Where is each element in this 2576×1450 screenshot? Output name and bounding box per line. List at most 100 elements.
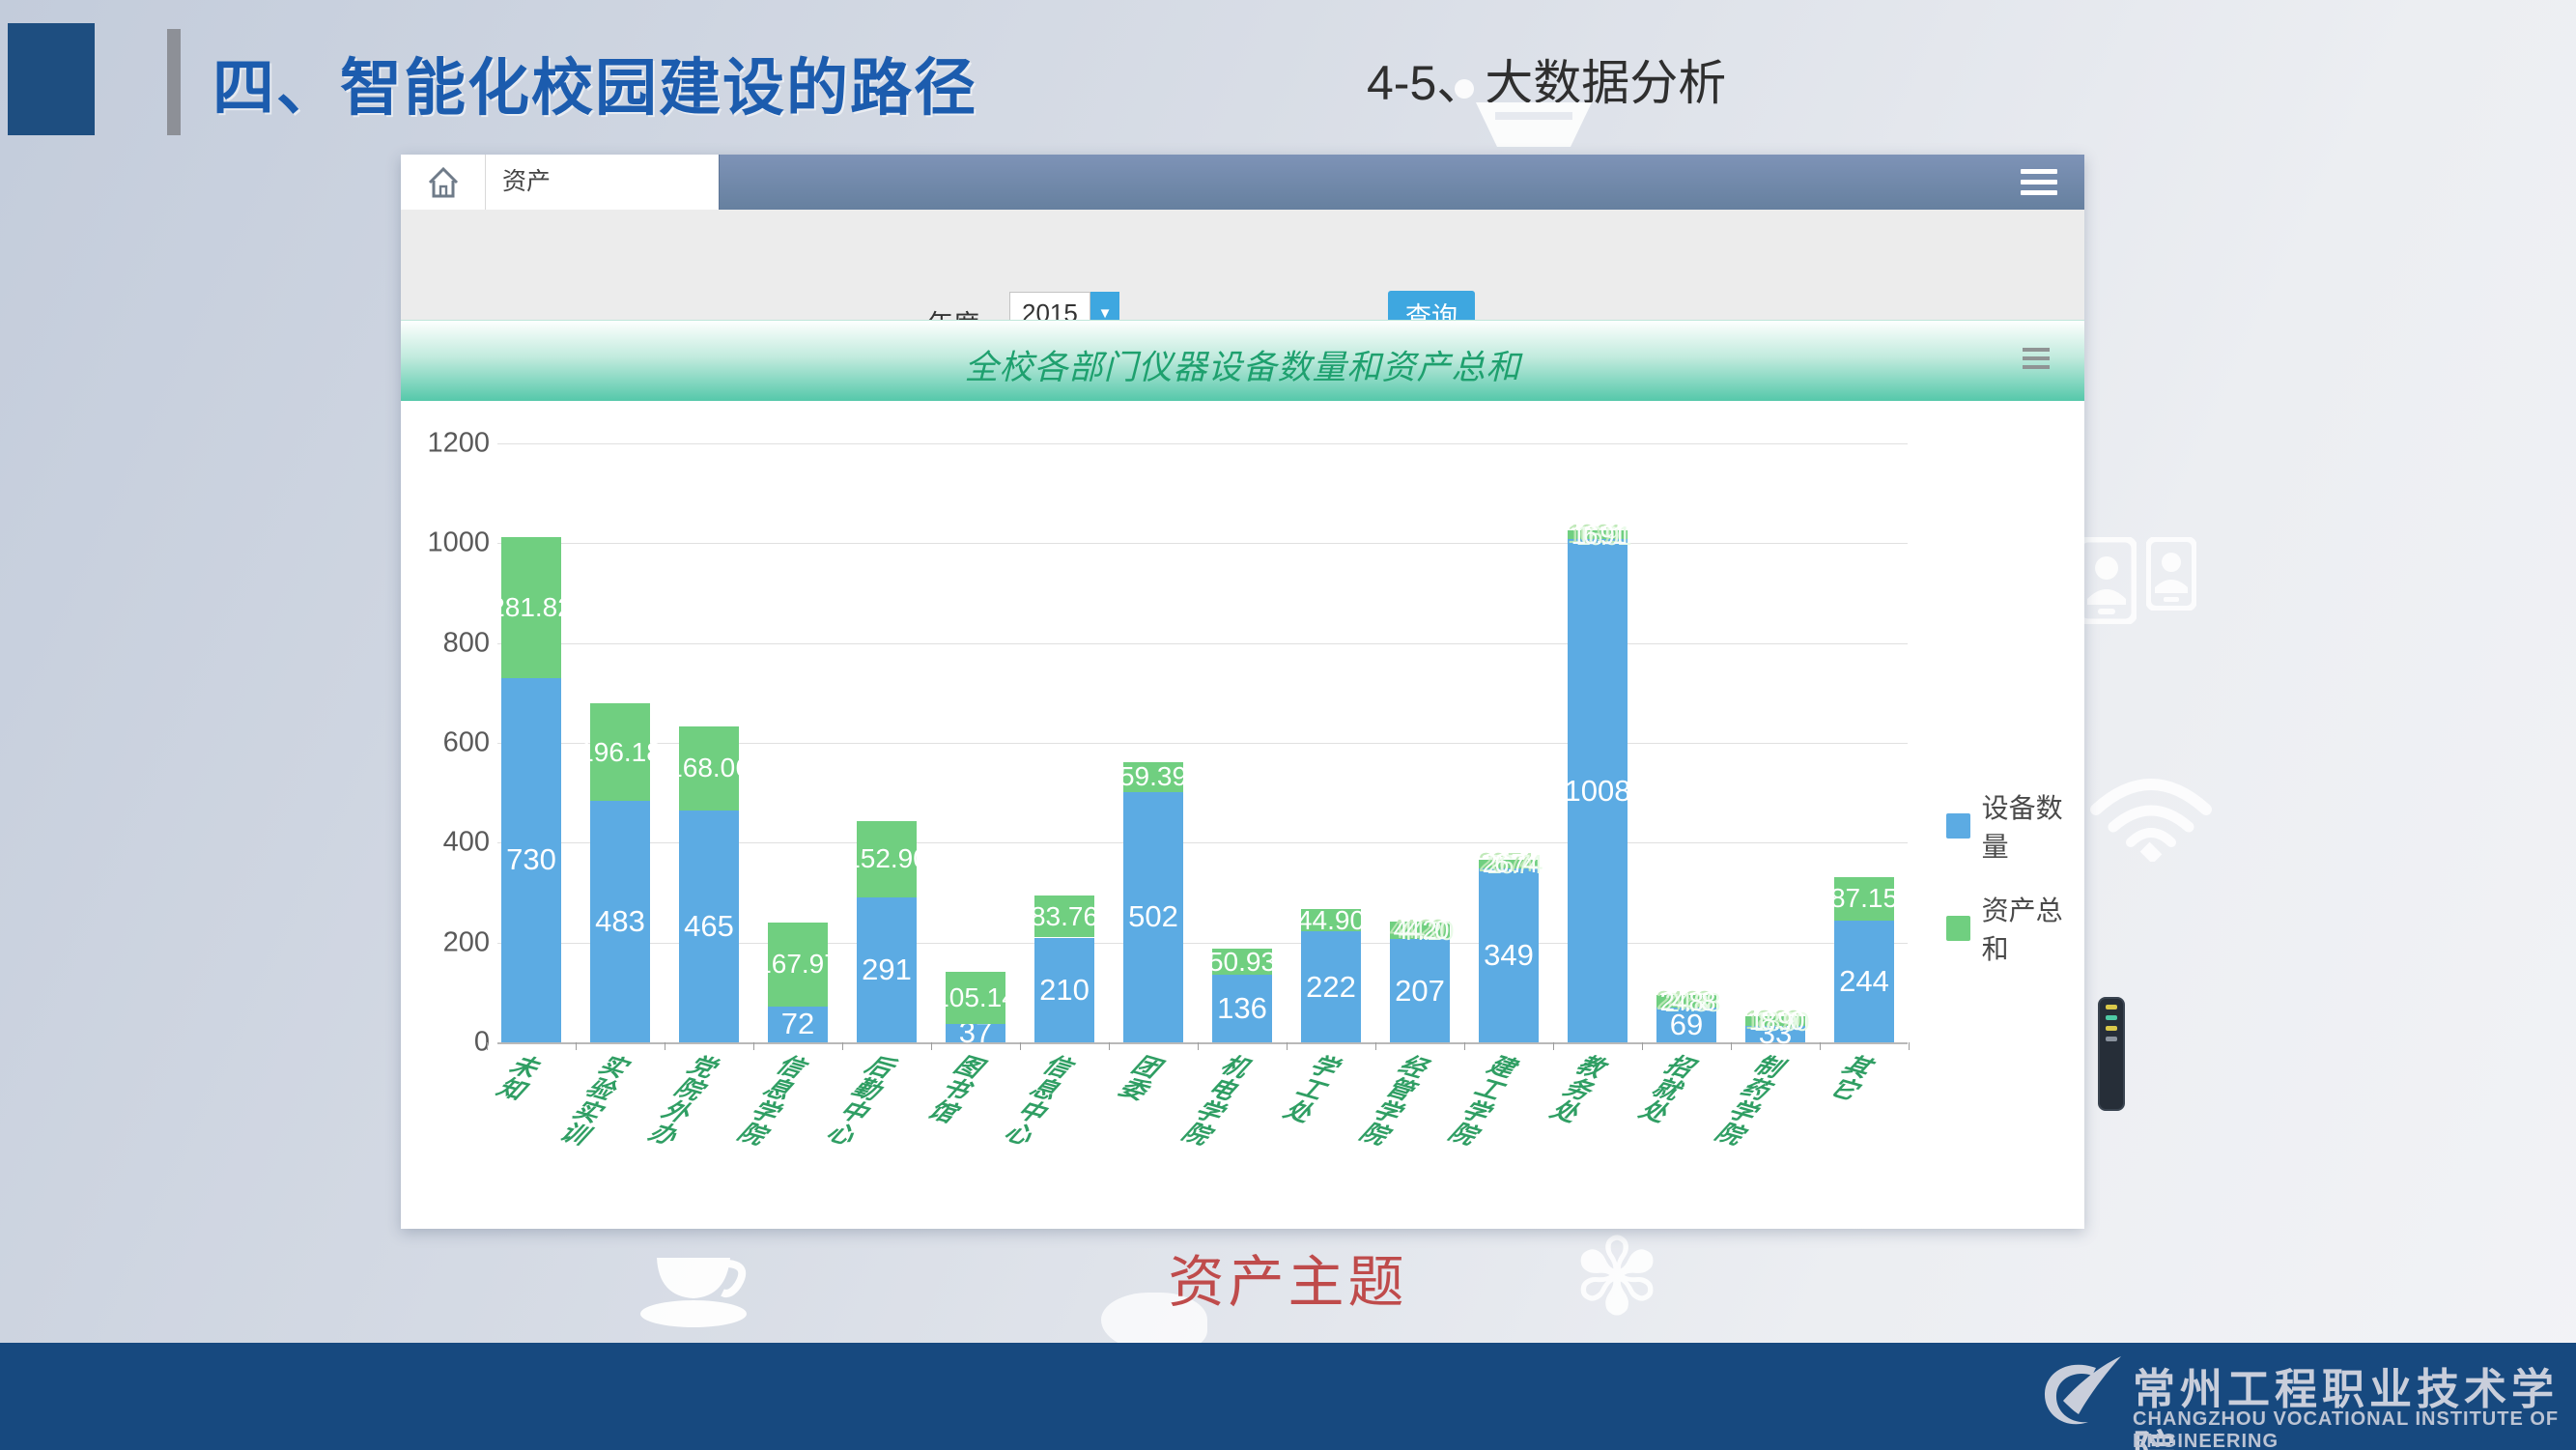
gridline [497, 1042, 1908, 1044]
y-axis-tick-label: 800 [418, 627, 490, 659]
bar-segment-device: 136 [1212, 975, 1272, 1042]
x-axis-category-label: 机电学院 [1175, 1052, 1255, 1150]
legend-label: 资产总和 [1982, 890, 2084, 967]
asset-sum-label: 83.76 [1031, 901, 1098, 932]
wifi-watermark-icon [2088, 773, 2214, 862]
x-axis-category-label: 学工处 [1277, 1052, 1344, 1127]
x-axis-category-label: 团委 [1113, 1052, 1167, 1105]
menu-hamburger-icon[interactable] [2021, 169, 2057, 201]
bar-segment-device: 291 [857, 897, 917, 1042]
chart-legend: 设备数量资产总和 [1946, 787, 2084, 992]
header-accent-bar [167, 29, 181, 135]
bar-segment-asset: 281.82 [501, 537, 561, 678]
y-axis-tick-label: 600 [418, 727, 490, 759]
device-count-label: 483 [595, 904, 645, 939]
bar-segment-asset: 44.90 [1301, 909, 1361, 931]
asset-sum-label: 50.93 [1208, 947, 1276, 978]
device-count-label: 222 [1306, 970, 1356, 1005]
bar-segment-asset: 105.14 [946, 972, 1005, 1024]
home-tab[interactable] [401, 155, 486, 210]
y-axis-tick-label: 0 [418, 1027, 490, 1059]
app-window: 资产 年度: 2015 ▼ 查询 ▲ 全校各部门仪器设备数量和资产总和 设备数量… [401, 155, 2084, 1229]
bar-segment-asset: 83.76 [1034, 896, 1094, 937]
y-axis-tick-label: 400 [418, 827, 490, 859]
x-axis-category-label: 招就处 [1632, 1052, 1699, 1127]
tab-assets[interactable]: 资产 [487, 155, 720, 210]
bar-segment-device: 1008 [1568, 539, 1628, 1042]
asset-sum-label: 59.39 [1119, 761, 1187, 792]
y-axis-tick-label: 1000 [418, 527, 490, 559]
x-axis-tick [753, 1042, 754, 1050]
x-axis-tick [1464, 1042, 1465, 1050]
chart-menu-icon[interactable] [2023, 348, 2050, 374]
app-topbar: 资产 [401, 155, 2084, 210]
x-axis-category-label: 图书馆 [921, 1052, 988, 1127]
device-watermark [2098, 997, 2125, 1111]
x-axis-tick [1287, 1042, 1288, 1050]
bar-segment-asset: 168.06 [679, 726, 739, 810]
device-count-label: 210 [1039, 973, 1090, 1008]
x-axis-tick [1109, 1042, 1110, 1050]
bar-segment-device: 730 [501, 678, 561, 1042]
bar-segment-device: 222 [1301, 931, 1361, 1042]
x-axis-tick [1553, 1042, 1554, 1050]
bar-segment-device: 207 [1390, 939, 1450, 1042]
asset-sum-label: 281.82 [490, 592, 573, 623]
x-axis-category-label: 信息中心 [998, 1052, 1077, 1150]
x-axis-tick [842, 1042, 843, 1050]
bar-segment-asset: 16.91 [1568, 530, 1628, 539]
chart-plot: 设备数量资产总和 020040060080010001200730281.82未… [401, 401, 2084, 1229]
bar-segment-asset: 196.18 [590, 703, 650, 801]
asset-sum-label: 18.90 [1748, 1006, 1801, 1037]
x-axis-tick [931, 1042, 932, 1050]
x-axis-tick [1020, 1042, 1021, 1050]
x-axis-category-label: 经管学院 [1353, 1052, 1432, 1150]
x-axis-category-label: 未知 [491, 1052, 545, 1105]
asset-sum-label: 196.18 [579, 737, 662, 768]
x-axis-tick [1198, 1042, 1199, 1050]
bar-segment-device: 72 [768, 1007, 828, 1042]
asset-sum-label: 105.14 [934, 982, 1017, 1013]
bar-segment-asset: 50.93 [1212, 949, 1272, 974]
asset-sum-label: 16.91 [1571, 520, 1624, 551]
id-card-watermark-icons [2077, 537, 2196, 624]
asset-sum-label: 44.20 [1393, 915, 1446, 946]
x-axis-category-label: 其它 [1824, 1052, 1878, 1105]
bar-segment-asset: 152.90 [857, 821, 917, 897]
home-icon [426, 165, 461, 200]
x-axis-category-label: 党院外办 [642, 1052, 722, 1150]
device-count-label: 291 [862, 952, 912, 987]
bar-segment-device: 502 [1123, 792, 1183, 1042]
cart-watermark-icon [1447, 75, 1611, 151]
bar-segment-device: 349 [1479, 868, 1539, 1042]
footer-bar: 常州工程职业技术学院 CHANGZHOU VOCATIONAL INSTITUT… [0, 1343, 2576, 1450]
school-name-en: CHANGZHOU VOCATIONAL INSTITUTE OF ENGINE… [2133, 1408, 2576, 1450]
device-count-label: 207 [1395, 974, 1445, 1009]
asset-sum-label: 152.90 [845, 843, 928, 874]
asset-sum-label: 167.97 [756, 949, 839, 980]
x-axis-category-label: 制药学院 [1709, 1052, 1788, 1150]
bar-segment-asset: 44.20 [1390, 922, 1450, 939]
asset-sum-label: 26.74 [1482, 848, 1535, 879]
bar-segment-device: 37 [946, 1024, 1005, 1042]
legend-item[interactable]: 设备数量 [1946, 787, 2084, 865]
bar-segment-device: 465 [679, 810, 739, 1042]
device-count-label: 465 [684, 909, 734, 944]
asset-sum-label: 87.15 [1830, 883, 1898, 914]
device-count-label: 1008 [1565, 774, 1631, 809]
x-axis-category-label: 教务处 [1543, 1052, 1610, 1127]
school-logo-icon [2036, 1350, 2123, 1444]
x-axis-tick [576, 1042, 577, 1050]
filter-bar: 年度: 2015 ▼ 查询 ▲ [401, 210, 2084, 320]
legend-item[interactable]: 资产总和 [1946, 890, 2084, 967]
y-axis-tick-label: 1200 [418, 428, 490, 460]
x-axis-tick [1642, 1042, 1643, 1050]
device-count-label: 349 [1484, 938, 1534, 973]
gridline [497, 643, 1908, 644]
x-axis-category-label: 建工学院 [1442, 1052, 1521, 1150]
x-axis-tick [1820, 1042, 1821, 1050]
bar-segment-device: 210 [1034, 938, 1094, 1043]
device-count-label: 502 [1128, 899, 1178, 934]
gridline [497, 443, 1908, 444]
gridline [497, 543, 1908, 544]
